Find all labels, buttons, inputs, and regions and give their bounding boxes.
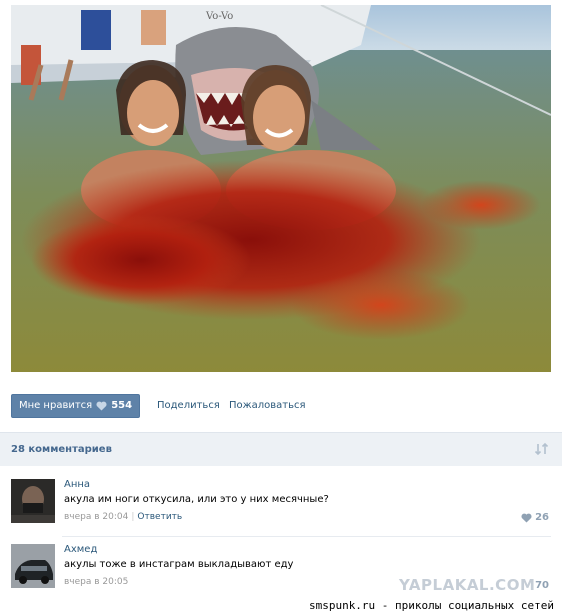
comment-author[interactable]: Анна	[64, 479, 90, 490]
avatar[interactable]	[11, 479, 55, 523]
comment-time[interactable]: вчера в 20:04	[64, 512, 128, 522]
comment-likes-count: 70	[535, 580, 549, 591]
comments-count-title: 28 комментариев	[11, 444, 112, 455]
comment-likes-count: 26	[535, 512, 549, 523]
comment-likes[interactable]: 70	[535, 580, 549, 591]
shark-photo-image: Vo-Vo	[11, 5, 551, 372]
comment-text: акулы тоже в инстаграм выкладывают еду	[64, 559, 294, 570]
source-footer: smspunk.ru - приколы социальных сетей	[0, 598, 562, 616]
comment-meta: вчера в 20:05	[64, 577, 128, 587]
heart-icon	[521, 513, 532, 523]
sort-icon[interactable]	[534, 442, 550, 456]
reply-link[interactable]: Ответить	[137, 512, 182, 522]
like-count: 554	[111, 400, 133, 411]
heart-icon	[96, 401, 107, 411]
svg-text:Vo-Vo: Vo-Vo	[205, 11, 233, 22]
report-link[interactable]: Пожаловаться	[229, 394, 306, 418]
share-link[interactable]: Поделиться	[157, 394, 220, 418]
watermark: YAPLAKAL.COM	[399, 576, 536, 594]
post-photo[interactable]: Vo-Vo	[11, 5, 551, 372]
comments-header: 28 комментариев	[0, 432, 562, 466]
avatar-image	[11, 479, 55, 523]
like-label: Мне нравится	[18, 400, 93, 411]
comment-divider	[62, 536, 551, 537]
comment-author[interactable]: Ахмед	[64, 544, 97, 555]
comment-text: акула им ноги откусила, или это у них ме…	[64, 494, 329, 505]
comment-meta: вчера в 20:04 | Ответить	[64, 512, 183, 522]
source-caption: smspunk.ru - приколы социальных сетей	[308, 599, 554, 612]
like-button[interactable]: Мне нравится 554	[11, 394, 140, 418]
comment-likes[interactable]: 26	[521, 512, 549, 523]
avatar-image	[11, 544, 55, 588]
comment-item: Анна акула им ноги откусила, или это у н…	[11, 479, 551, 527]
post-actions: Мне нравится 554 Поделиться Пожаловаться	[11, 394, 551, 418]
comment-time[interactable]: вчера в 20:05	[64, 577, 128, 587]
avatar[interactable]	[11, 544, 55, 588]
